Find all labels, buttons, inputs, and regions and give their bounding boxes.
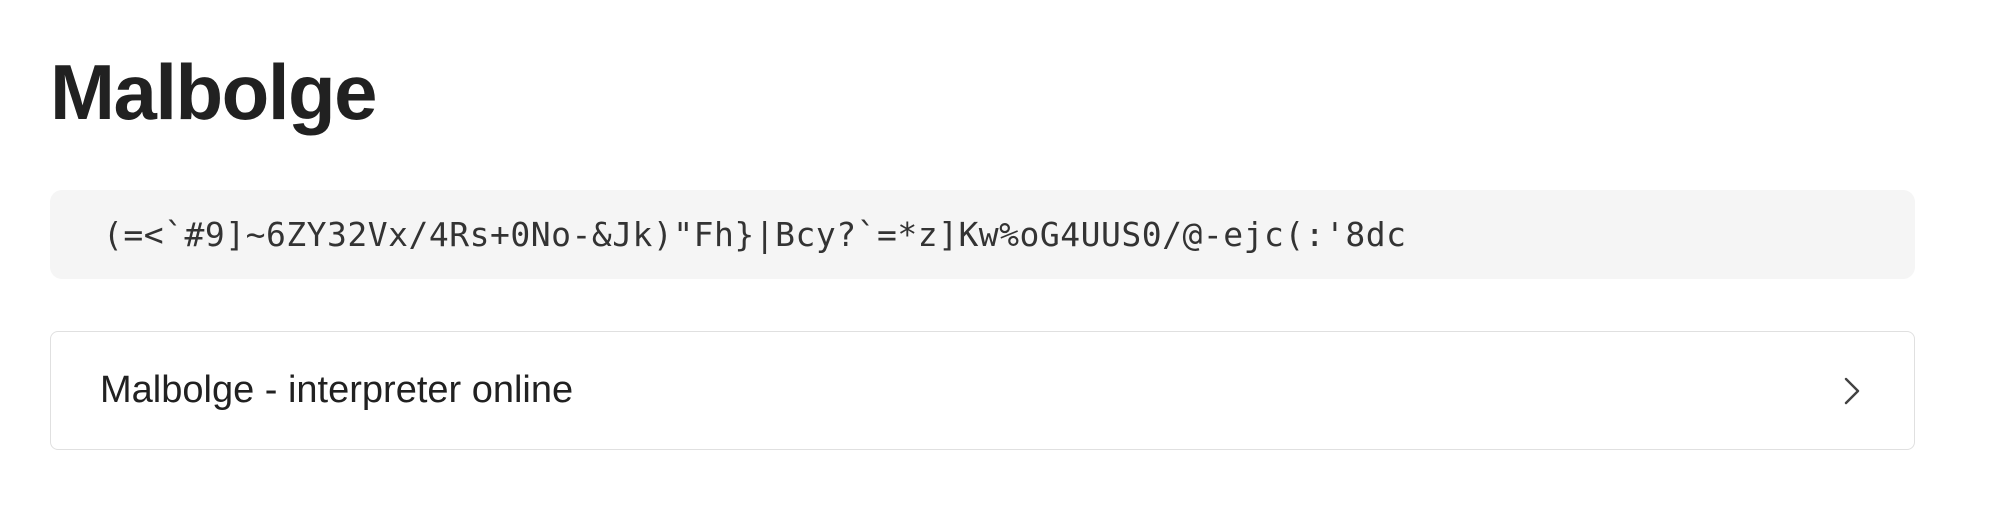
code-snippet: (=<`#9]~6ZY32Vx/4Rs+0No-&Jk)"Fh}|Bcy?`=*… [103,215,1407,254]
interpreter-link-label: Malbolge - interpreter online [100,369,574,411]
chevron-right-icon [1842,375,1862,407]
interpreter-link-card[interactable]: Malbolge - interpreter online [50,331,1915,450]
code-block: (=<`#9]~6ZY32Vx/4Rs+0No-&Jk)"Fh}|Bcy?`=*… [50,190,1915,279]
page-title: Malbolge [50,48,378,136]
